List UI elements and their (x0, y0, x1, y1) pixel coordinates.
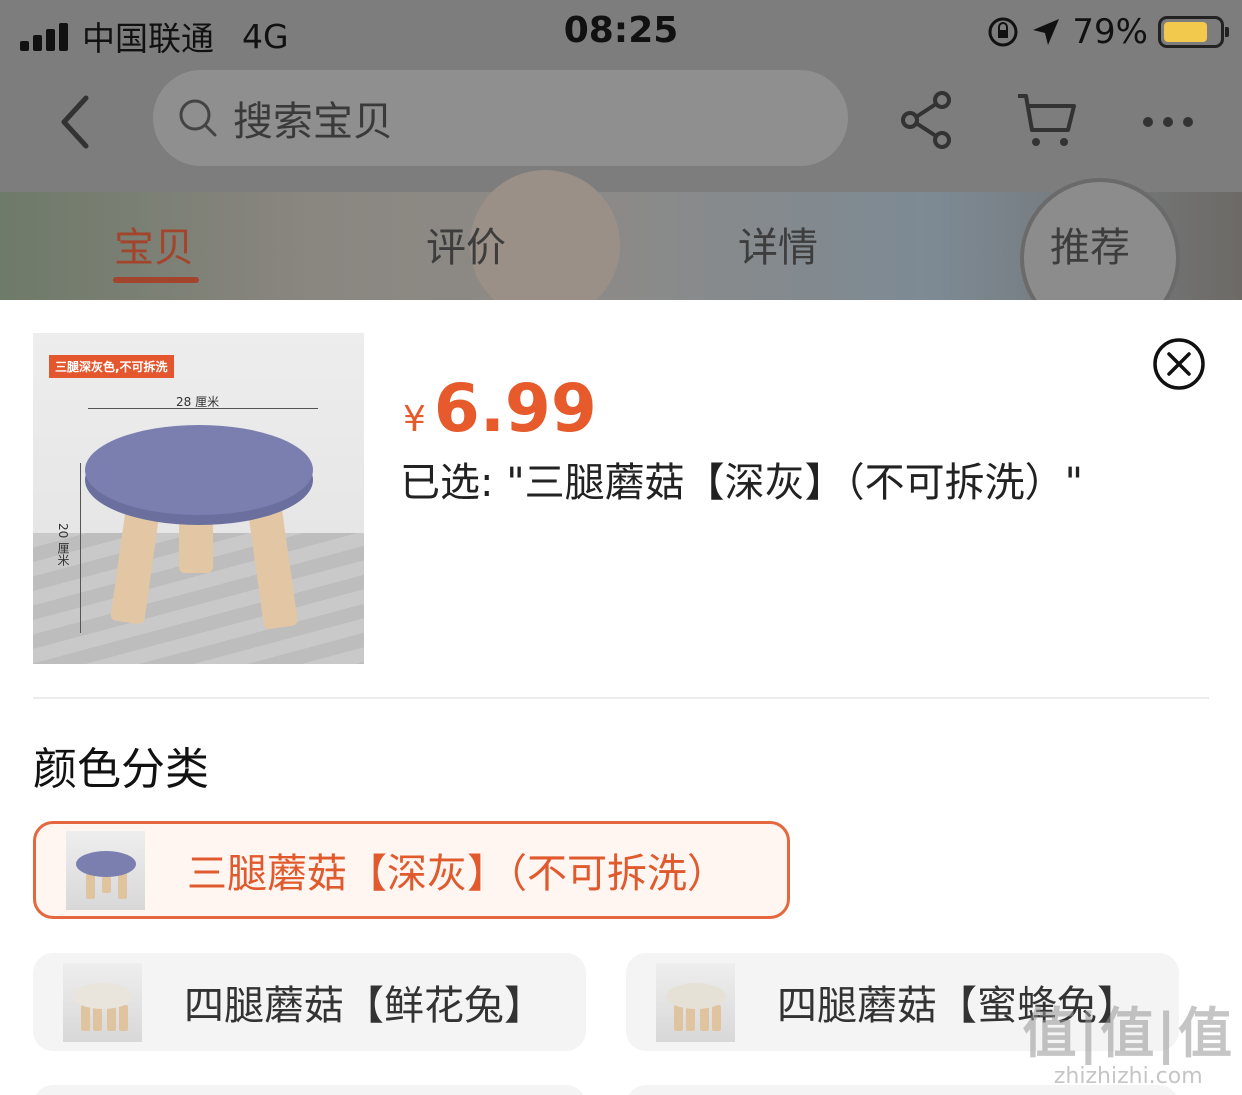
battery-icon (1158, 16, 1229, 48)
active-tab-indicator (113, 277, 199, 283)
battery-percent: 79% (1072, 12, 1148, 52)
height-dimension-line (80, 463, 81, 633)
watermark: 值|值|值 zhizhizhi.com (1023, 989, 1234, 1089)
width-dimension-label: 28 厘米 (176, 395, 220, 409)
cart-icon[interactable] (1016, 90, 1076, 150)
close-icon[interactable] (1152, 337, 1206, 391)
product-tabs: 宝贝 评价 详情 推荐 (0, 215, 1242, 285)
option-thumbnail (63, 962, 142, 1042)
dimmed-background: 中国联通 4G 08:25 79% 搜索宝贝 宝贝 评价 详情 推荐 (0, 0, 1242, 300)
tab-baobei[interactable]: 宝贝 (114, 215, 194, 273)
location-arrow-icon (1033, 19, 1060, 45)
divider (33, 697, 1209, 699)
option-thumbnail (656, 962, 735, 1042)
option-label: 四腿蘑菇【鲜花兔】 (184, 983, 544, 1029)
stool-seat (85, 425, 313, 515)
product-image[interactable]: 三腿深灰色,不可拆洗 28 厘米 20 厘米 (33, 333, 364, 664)
top-navbar: 搜索宝贝 (0, 70, 1242, 170)
watermark-site: zhizhizhi.com (1053, 1064, 1203, 1089)
section-title-color: 颜色分类 (33, 744, 209, 795)
option-three-leg-dark-grey[interactable]: 三腿蘑菇【深灰】（不可拆洗） (33, 821, 790, 919)
share-icon[interactable] (898, 90, 958, 150)
price-value: 6.99 (433, 370, 597, 447)
search-placeholder: 搜索宝贝 (233, 99, 393, 145)
more-icon[interactable] (1138, 90, 1198, 150)
height-dimension-label: 20 厘米 (56, 523, 70, 567)
option-partial[interactable] (33, 1085, 586, 1095)
back-icon[interactable] (52, 92, 112, 152)
search-bar[interactable]: 搜索宝贝 (153, 70, 848, 166)
search-icon (179, 99, 217, 137)
status-bar: 中国联通 4G 08:25 79% (0, 0, 1242, 64)
price: ¥ 6.99 (403, 370, 597, 447)
tab-details[interactable]: 详情 (738, 215, 818, 273)
currency-symbol: ¥ (403, 399, 426, 440)
tab-recommend[interactable]: 推荐 (1050, 215, 1130, 273)
sku-selector-sheet: 三腿深灰色,不可拆洗 28 厘米 20 厘米 ¥ 6.99 已选: "三腿蘑菇【… (0, 300, 1242, 1095)
product-image-tag: 三腿深灰色,不可拆洗 (49, 355, 174, 378)
option-thumbnail (66, 830, 145, 910)
rotation-lock-icon (988, 17, 1018, 47)
option-four-leg-flower-rabbit[interactable]: 四腿蘑菇【鲜花兔】 (33, 953, 586, 1051)
tab-reviews[interactable]: 评价 (426, 215, 506, 273)
selected-variant-text: 已选: "三腿蘑菇【深灰】（不可拆洗）" (400, 460, 1083, 506)
option-label: 三腿蘑菇【深灰】（不可拆洗） (187, 851, 727, 897)
watermark-logo: 值|值|值 (1022, 1002, 1234, 1065)
